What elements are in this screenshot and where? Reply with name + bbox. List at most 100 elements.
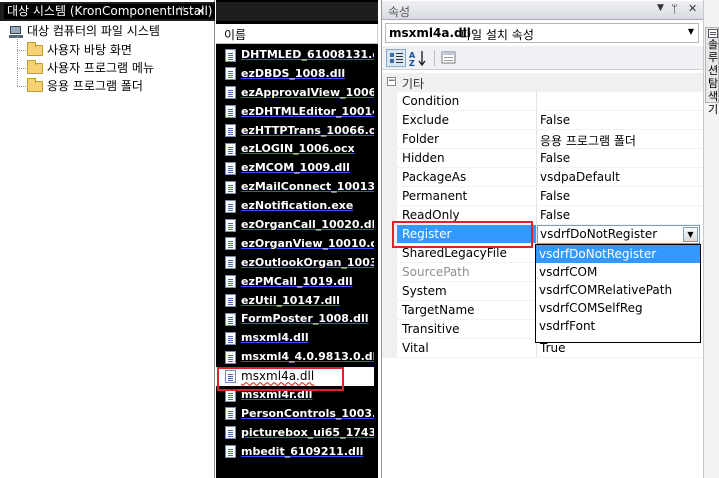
file-list-item[interactable]: ezUtil_10147.dll bbox=[216, 292, 374, 311]
file-icon bbox=[225, 180, 236, 194]
chevron-down-icon: ▼ bbox=[687, 27, 694, 36]
file-name: mbedit_6109211.dll bbox=[241, 444, 364, 458]
pin-icon[interactable]: ᛘ bbox=[671, 2, 678, 16]
tree-item-label: 사용자 프로그램 메뉴 bbox=[47, 61, 154, 75]
file-list-item[interactable]: ezHTTPTrans_10066.ocx bbox=[216, 122, 374, 141]
dropdown-arrow-icon[interactable]: ▼ bbox=[657, 3, 664, 13]
file-name: ezOrganCall_10020.dll bbox=[241, 218, 374, 232]
properties-title: 속성 bbox=[388, 5, 411, 19]
file-name: ezMailConnect_10013.ocx bbox=[241, 180, 374, 194]
solution-explorer-tab[interactable]: 솔루션 탐색기 bbox=[705, 27, 719, 116]
file-list: DHTMLED_61008131.ocx ezDBDS_1008.dll ezApp… bbox=[216, 46, 378, 462]
file-icon bbox=[225, 294, 236, 308]
file-icon bbox=[225, 124, 236, 138]
collapse-icon[interactable]: − bbox=[387, 77, 396, 86]
file-list-item[interactable]: ezPMCall_1019.dll bbox=[216, 273, 374, 292]
file-icon bbox=[225, 312, 236, 326]
register-option[interactable]: vsdrfFont bbox=[536, 317, 700, 335]
folder-icon bbox=[27, 42, 43, 56]
property-pages-button[interactable] bbox=[439, 49, 459, 67]
file-list-item[interactable]: ezMailConnect_10013.ocx bbox=[216, 178, 374, 197]
file-name: ezOutlookOrgan_1003.dll bbox=[241, 255, 374, 269]
file-name: ezApprovalView_10060.ocx bbox=[241, 85, 374, 99]
file-name: ezOrganView_10010.ocx bbox=[241, 236, 374, 250]
register-option[interactable]: vsdrfCOM bbox=[536, 263, 700, 281]
close-icon[interactable]: ✕ bbox=[688, 2, 697, 15]
file-list-item[interactable]: ezDHTMLEditor_10014.ocx bbox=[216, 103, 374, 122]
pin-icon[interactable]: ᛘ bbox=[178, 6, 185, 18]
object-description: 파일 설치 속성 bbox=[460, 28, 534, 42]
file-icon bbox=[225, 218, 236, 232]
folder-icon bbox=[27, 78, 43, 92]
file-list-item[interactable]: ezOutlookOrgan_1003.dll bbox=[216, 254, 374, 273]
register-option[interactable]: vsdrfCOMSelfReg bbox=[536, 299, 700, 317]
file-name: ezDBDS_1008.dll bbox=[241, 66, 346, 80]
file-icon bbox=[225, 142, 236, 156]
register-dropdown-list: vsdrfDoNotRegister vsdrfCOM vsdrfCOMRelati… bbox=[535, 244, 701, 343]
property-value: True bbox=[540, 341, 566, 355]
category-label: 기타 bbox=[402, 77, 425, 91]
file-list-item[interactable]: ezMCOM_1009.dll bbox=[216, 159, 374, 178]
property-row-condition[interactable]: Condition bbox=[382, 92, 704, 111]
tree-item-desktop[interactable]: 사용자 바탕 화면 bbox=[27, 41, 132, 59]
properties-toolbar: A Z bbox=[382, 46, 704, 70]
tree-root[interactable]: 대상 컴퓨터의 파일 시스템 bbox=[9, 22, 160, 40]
name-column-header[interactable]: 이름 bbox=[216, 24, 378, 44]
file-icon bbox=[225, 350, 236, 364]
file-list-item[interactable]: msxml4_4.0.9813.0.dll bbox=[216, 348, 374, 367]
file-list-item[interactable]: PersonControls_1003.dll bbox=[216, 405, 374, 424]
computer-icon bbox=[9, 25, 23, 38]
property-name: Folder bbox=[402, 132, 440, 146]
tree-root-label: 대상 컴퓨터의 파일 시스템 bbox=[27, 24, 160, 38]
file-list-item[interactable]: ezDBDS_1008.dll bbox=[216, 65, 374, 84]
file-name: ezLOGIN_1006.ocx bbox=[241, 142, 355, 156]
file-name: msxml4.dll bbox=[241, 331, 309, 345]
tree-item-app-folder[interactable]: 응용 프로그램 폴더 bbox=[27, 77, 143, 95]
file-list-item[interactable]: ezApprovalView_10060.ocx bbox=[216, 84, 374, 103]
property-row-permanent[interactable]: Permanent False bbox=[382, 187, 704, 206]
file-list-item[interactable]: picturebox_ui65_1743.ocx bbox=[216, 424, 374, 443]
file-icon bbox=[225, 67, 236, 81]
file-list-pane: 이름 DHTMLED_61008131.ocx ezDBDS_1008.dllez… bbox=[216, 0, 378, 478]
file-icon bbox=[225, 331, 236, 345]
file-name: ezDHTMLEditor_10014.ocx bbox=[241, 104, 374, 118]
annotation-highlight-file bbox=[217, 367, 344, 391]
svg-text:Z: Z bbox=[409, 59, 415, 67]
tree-item-program-menu[interactable]: 사용자 프로그램 메뉴 bbox=[27, 59, 154, 77]
property-row-exclude[interactable]: Exclude False bbox=[382, 111, 704, 130]
properties-title-bar: 속성 ▼ ᛘ ✕ bbox=[382, 1, 704, 20]
register-option[interactable]: vsdrfDoNotRegister bbox=[536, 245, 700, 263]
property-name: Exclude bbox=[402, 113, 450, 127]
file-list-item[interactable]: mbedit_6109211.dll bbox=[216, 443, 374, 462]
file-list-item[interactable]: ezLOGIN_1006.ocx bbox=[216, 140, 374, 159]
file-icon bbox=[225, 445, 236, 459]
file-list-item[interactable]: ezOrganView_10010.ocx bbox=[216, 235, 374, 254]
property-row-hidden[interactable]: Hidden False bbox=[382, 149, 704, 168]
file-list-item[interactable]: FormPoster_1008.dll bbox=[216, 310, 374, 329]
file-list-item[interactable]: DHTMLED_61008131.ocx bbox=[216, 46, 374, 65]
folder-icon bbox=[27, 60, 43, 74]
register-value-editor[interactable]: vsdrfDoNotRegister ▼ bbox=[537, 225, 700, 244]
property-name: Hidden bbox=[402, 151, 445, 165]
property-row-folder[interactable]: Folder 응용 프로그램 폴더 bbox=[382, 130, 704, 149]
property-row-packageas[interactable]: PackageAs vsdpaDefault bbox=[382, 168, 704, 187]
file-list-item[interactable]: ezNotification.exe bbox=[216, 197, 374, 216]
register-option[interactable]: vsdrfCOMRelativePath bbox=[536, 281, 700, 299]
file-list-item[interactable]: ezOrganCall_10020.dll bbox=[216, 216, 374, 235]
file-list-title-bar bbox=[216, 2, 378, 21]
object-selector[interactable]: msxml4a.dll 파일 설치 속성 ▼ bbox=[385, 23, 699, 43]
file-list-item[interactable]: msxml4.dll bbox=[216, 329, 374, 348]
object-name: msxml4a.dll bbox=[389, 26, 471, 40]
categorized-button[interactable] bbox=[386, 49, 406, 67]
close-icon[interactable]: ✕ bbox=[196, 6, 205, 18]
category-row[interactable]: − 기타 bbox=[382, 73, 704, 92]
property-value: False bbox=[540, 208, 571, 222]
property-name: SourcePath bbox=[402, 265, 470, 279]
dropdown-button[interactable]: ▼ bbox=[683, 227, 698, 242]
property-value: False bbox=[540, 151, 571, 165]
property-name: PackageAs bbox=[402, 170, 467, 184]
file-name: picturebox_ui65_1743.ocx bbox=[241, 425, 374, 439]
file-system-title-bar: 대상 시스템 (KronComponentInstall) ᛘ ✕ bbox=[0, 2, 216, 21]
property-name: SharedLegacyFile bbox=[402, 246, 507, 260]
alphabetical-button[interactable]: A Z bbox=[408, 49, 428, 68]
